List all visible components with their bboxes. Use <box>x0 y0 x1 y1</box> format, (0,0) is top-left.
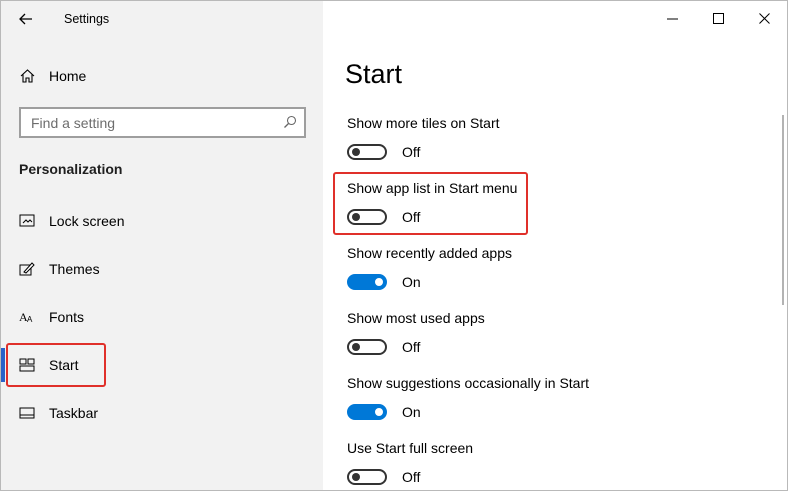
more-tiles-toggle[interactable] <box>347 144 387 160</box>
setting-suggestions: Show suggestions occasionally in Start O… <box>347 374 589 420</box>
close-button[interactable] <box>741 1 787 35</box>
setting-label: Show most used apps <box>347 310 485 326</box>
toggle-knob <box>375 278 383 286</box>
scrollbar[interactable] <box>782 115 784 305</box>
back-button[interactable] <box>15 8 37 30</box>
toggle-knob <box>375 408 383 416</box>
minimize-button[interactable] <box>649 1 695 35</box>
sidebar: Settings Home Personalization <box>1 1 323 490</box>
svg-text:A: A <box>27 315 33 324</box>
home-label: Home <box>49 68 87 84</box>
page-title: Start <box>345 59 403 89</box>
highlight-box <box>333 172 528 235</box>
setting-recently-added: Show recently added apps On <box>347 244 512 290</box>
home-icon <box>19 68 35 84</box>
nav-home[interactable]: Home <box>19 65 86 87</box>
app-title: Settings <box>64 12 110 26</box>
sidebar-item-label: Fonts <box>49 309 85 325</box>
taskbar-icon <box>19 405 35 421</box>
toggle-knob <box>352 343 360 351</box>
setting-most-used: Show most used apps Off <box>347 309 485 355</box>
setting-more-tiles: Show more tiles on Start Off <box>347 114 500 160</box>
sidebar-item-themes[interactable]: Themes <box>19 257 100 281</box>
window-controls <box>649 1 787 35</box>
content-pane: Start Show more tiles on Start Off Show … <box>323 1 787 490</box>
sidebar-item-label: Themes <box>49 261 100 277</box>
toggle-state: On <box>402 404 421 420</box>
sidebar-item-label: Lock screen <box>49 213 125 229</box>
sidebar-item-fonts[interactable]: A A Fonts <box>19 305 84 329</box>
settings-window: Settings Home Personalization <box>0 0 788 491</box>
most-used-toggle[interactable] <box>347 339 387 355</box>
sidebar-item-lock-screen[interactable]: Lock screen <box>19 209 124 233</box>
maximize-button[interactable] <box>695 1 741 35</box>
back-arrow-icon <box>19 13 32 25</box>
selection-indicator <box>1 348 5 382</box>
sidebar-item-taskbar[interactable]: Taskbar <box>19 401 98 425</box>
themes-icon <box>19 261 35 277</box>
toggle-state: Off <box>402 339 421 355</box>
toggle-state: Off <box>402 469 421 485</box>
maximize-icon <box>712 12 724 24</box>
toggle-state: On <box>402 274 421 290</box>
toggle-knob <box>352 148 360 156</box>
search-input[interactable] <box>21 109 271 136</box>
setting-full-screen: Use Start full screen Off <box>347 439 473 485</box>
minimize-icon <box>666 18 678 19</box>
setting-label: Use Start full screen <box>347 440 474 456</box>
fonts-icon: A A <box>19 309 35 325</box>
recently-added-toggle[interactable] <box>347 274 387 290</box>
suggestions-toggle[interactable] <box>347 404 387 420</box>
close-icon <box>758 12 770 24</box>
setting-label: Show recently added apps <box>347 245 512 261</box>
setting-label: Show more tiles on Start <box>347 115 500 131</box>
highlight-box <box>6 343 106 387</box>
setting-label: Show suggestions occasionally in Start <box>347 375 590 391</box>
search-box[interactable] <box>19 107 306 138</box>
sidebar-item-label: Taskbar <box>49 405 99 421</box>
lock-screen-icon <box>19 213 35 229</box>
section-title: Personalization <box>19 161 123 177</box>
search-icon <box>284 115 297 128</box>
toggle-knob <box>352 473 360 481</box>
toggle-state: Off <box>402 144 421 160</box>
full-screen-toggle[interactable] <box>347 469 387 485</box>
